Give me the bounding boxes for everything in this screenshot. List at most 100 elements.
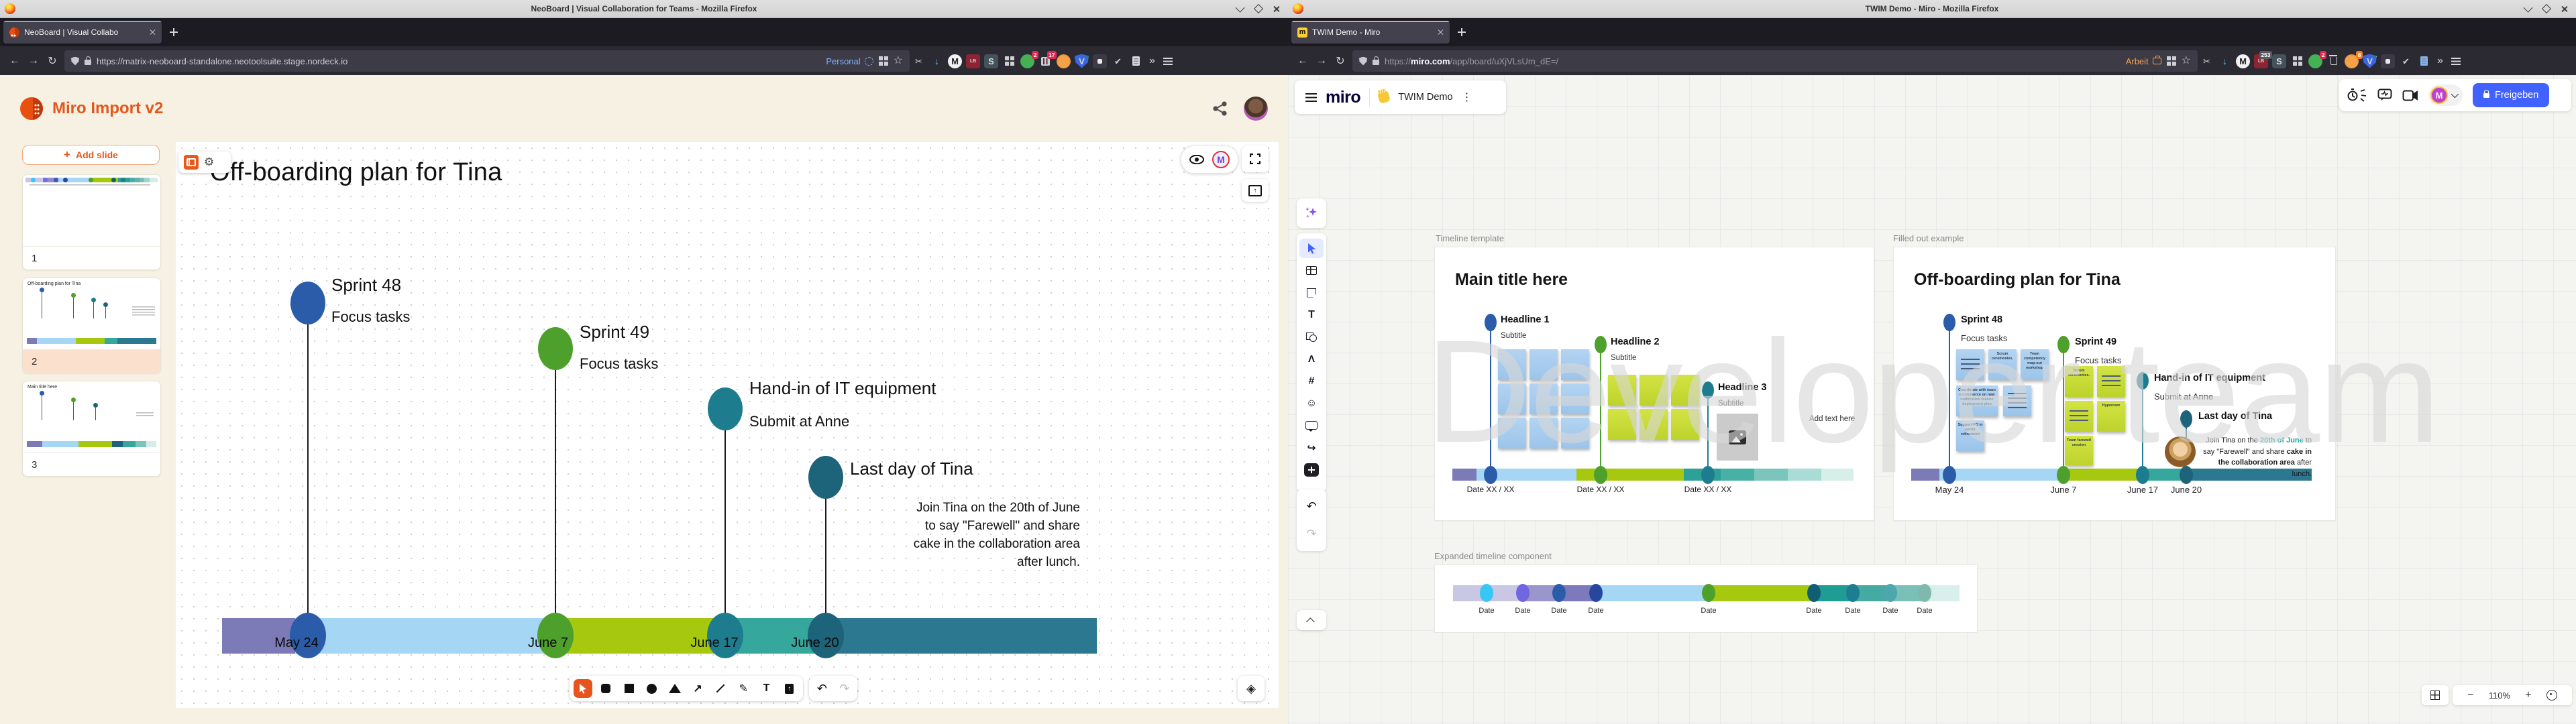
frame-filled-example[interactable]: Off-boarding plan for Tina Sprint 48 Foc… [1893,247,2336,521]
bar-dot[interactable] [1484,466,1497,484]
connector-tool[interactable] [1297,436,1326,459]
https-lock-icon[interactable] [1373,60,1379,65]
sticky-note[interactable] [1498,418,1526,448]
timeline-segment[interactable] [826,618,1097,654]
url-bar[interactable]: https://matrix-neoboard-standalone.neoto… [64,50,910,72]
board-name[interactable]: TWIM Demo [1398,92,1452,103]
vault-extension-icon[interactable]: V7 [1075,54,1089,68]
app-menu-icon[interactable] [1161,54,1175,68]
bookmark-star-icon[interactable] [894,56,903,66]
ai-sparkle-icon[interactable] [1297,202,1326,225]
tracking-shield-icon[interactable] [1359,57,1367,66]
export-button[interactable] [1242,179,1269,202]
sticky-note[interactable] [1561,349,1589,380]
select-cursor-tool[interactable] [574,679,592,698]
shield-extension-icon[interactable]: 253 [2254,54,2268,68]
date-label[interactable]: June 7 [2033,485,2094,495]
hamburger-menu-icon[interactable] [1305,93,1317,102]
bar-dot[interactable] [1589,584,1603,602]
sticky-note[interactable]: Support PO in sprint refinement [1956,420,1984,451]
close-icon[interactable] [2561,5,2568,13]
chevron-up-icon[interactable] [1306,617,1315,626]
tracking-shield-icon[interactable] [71,57,79,66]
sticky-note[interactable] [1529,349,1558,380]
sticky-note[interactable] [1608,409,1636,440]
comments-icon[interactable] [2377,88,2392,102]
milestone-title[interactable]: Hand-in of IT equipment [749,378,936,399]
milestone-subtitle[interactable]: Subtitle [1611,354,1636,362]
sticky-note[interactable]: Hypercare [2097,401,2125,432]
milestone-dot-handin[interactable] [708,387,743,430]
slide-overview-icon[interactable] [184,155,199,170]
slide-3-card[interactable]: Main title here 3 [22,381,161,477]
timeline-date[interactable]: June 17 [678,636,751,651]
milestone-dot-sprint49[interactable] [538,327,573,370]
arrow-tool[interactable] [688,679,707,698]
date-label[interactable]: Date XX / XX [1678,485,1738,494]
overflow-chevron-icon[interactable] [2437,56,2443,66]
sticky-note[interactable] [1640,375,1668,406]
trash-extension-icon[interactable] [2326,54,2341,68]
bar-dot[interactable] [1702,584,1715,602]
image-placeholder[interactable] [1717,414,1758,461]
sticky-note[interactable] [1671,409,1699,440]
sticky-note[interactable] [1608,375,1636,406]
timeline-date[interactable]: June 7 [511,636,585,651]
tab-neoboard[interactable]: NeoBoard | Visual Collabo [3,21,162,44]
sticky-note[interactable] [1956,349,1984,380]
milestone-subtitle[interactable]: Subtitle [1718,400,1743,408]
triangle-tool[interactable] [665,679,684,698]
fox-extension-icon[interactable]: 8 [2345,54,2359,68]
whiteboard-canvas[interactable]: Off-boarding plan for Tina Sprint 48 Foc… [176,142,1279,708]
sticky-note[interactable]: Team competency map-out workshop [2021,349,2049,380]
blue-sticky-grid[interactable] [1498,349,1592,448]
milestone-dot-lastday[interactable] [808,456,843,499]
milestone-subtitle[interactable]: Submit at Anne [2154,391,2213,402]
gear-icon[interactable] [204,156,214,169]
dark-extension-icon[interactable] [1093,54,1107,68]
maximize-icon[interactable] [1254,4,1263,13]
milestone-subtitle[interactable]: Focus tasks [580,355,658,373]
zoom-to-fit-icon[interactable] [2546,690,2557,701]
addons-puzzle-icon[interactable] [1002,54,1016,68]
frame-title[interactable]: Off-boarding plan for Tina [1914,270,2121,290]
frames-panel-button[interactable] [2422,685,2449,705]
bar-dot[interactable] [1884,584,1897,602]
date-label[interactable]: Date XX / XX [1570,485,1631,494]
import-tool[interactable] [780,679,799,698]
milestone-title[interactable]: Last day of Tina [850,459,973,479]
milestone-title[interactable]: Sprint 49 [580,322,649,343]
screenshot-extension-icon[interactable] [912,54,926,68]
pen-tool[interactable] [1297,348,1326,370]
notes-extension-icon[interactable] [2417,54,2431,68]
frame-tool[interactable] [1297,370,1326,392]
zoom-level[interactable]: 110% [2489,690,2510,701]
milestone-title[interactable]: Hand-in of IT equipment [2154,373,2265,383]
milestone-dot[interactable] [1702,381,1714,399]
milestone-title[interactable]: Headline 2 [1611,337,1660,347]
milestone-subtitle[interactable]: Focus tasks [1961,333,2007,343]
miro-board[interactable]: Developer team miro TWIM Demo M [1288,75,2576,724]
shield-extension-icon[interactable] [966,54,980,68]
slide-number[interactable]: 3 [23,452,160,476]
undo-icon[interactable] [812,679,831,698]
share-button[interactable]: Freigeben [2473,83,2549,107]
comment-tool[interactable] [1297,414,1326,436]
privacy-extension-icon[interactable]: 2 [2308,54,2322,68]
new-tab-button[interactable] [170,28,178,36]
fox-extension-icon[interactable] [1057,54,1071,68]
milestone-subtitle[interactable]: Focus tasks [2075,355,2121,365]
sticky-note[interactable] [1529,383,1558,414]
add-slide-button[interactable]: + Add slide [22,145,160,165]
tab-close-icon[interactable] [1437,29,1444,36]
sticky-note[interactable]: Team farewell session [2065,436,2093,465]
rounded-rect-tool[interactable] [596,679,615,698]
user-avatar[interactable] [1244,97,1268,121]
video-call-icon[interactable] [2402,90,2418,101]
avatar-chip[interactable]: M [2428,84,2463,106]
text-tool[interactable] [1297,304,1326,326]
date-label[interactable]: Date [1801,607,1827,615]
timeline-date[interactable]: June 20 [778,636,852,651]
date-label[interactable]: Date XX / XX [1460,485,1521,494]
bar-dot[interactable] [1918,584,1931,602]
